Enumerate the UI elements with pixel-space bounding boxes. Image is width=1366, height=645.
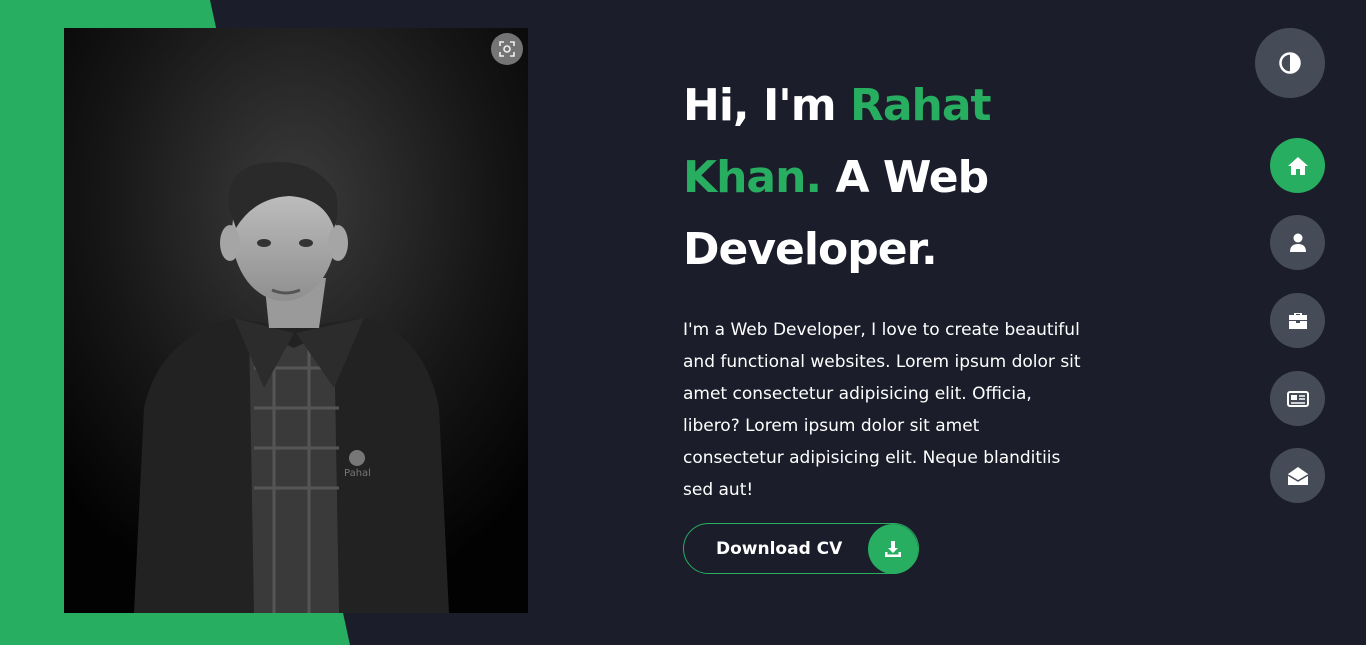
briefcase-icon (1288, 312, 1307, 329)
download-icon (868, 524, 918, 574)
lens-scan-glyph (499, 41, 515, 57)
nav-home-button[interactable] (1270, 138, 1325, 193)
newspaper-icon (1286, 390, 1309, 407)
theme-toggle-button[interactable] (1255, 28, 1325, 98)
page: Pahal Hi, I'm Rahat Khan. A Web Develope… (0, 0, 1366, 645)
lens-scan-icon[interactable] (491, 33, 523, 65)
nav-portfolio-button[interactable] (1270, 293, 1325, 348)
half-circle-contrast-icon (1279, 52, 1301, 74)
svg-text:Pahal: Pahal (344, 468, 371, 479)
portrait-illustration: Pahal (64, 28, 528, 613)
user-icon (1289, 233, 1306, 252)
portrait-photo: Pahal (64, 28, 528, 613)
download-glyph (885, 541, 901, 557)
bio-paragraph: I'm a Web Developer, I love to create be… (683, 320, 1081, 500)
hero-content: Hi, I'm Rahat Khan. A Web Developer. I'm… (683, 70, 1103, 506)
home-icon (1287, 156, 1308, 175)
hero-heading: Hi, I'm Rahat Khan. A Web Developer. (683, 70, 1103, 286)
nav-about-button[interactable] (1270, 215, 1325, 270)
download-cv-label: Download CV (716, 538, 843, 559)
greeting-text: Hi, I'm (683, 80, 850, 131)
nav-contact-button[interactable] (1270, 448, 1325, 503)
download-cv-button[interactable]: Download CV (683, 523, 919, 574)
nav-blog-button[interactable] (1270, 371, 1325, 426)
envelope-open-icon (1287, 466, 1308, 485)
